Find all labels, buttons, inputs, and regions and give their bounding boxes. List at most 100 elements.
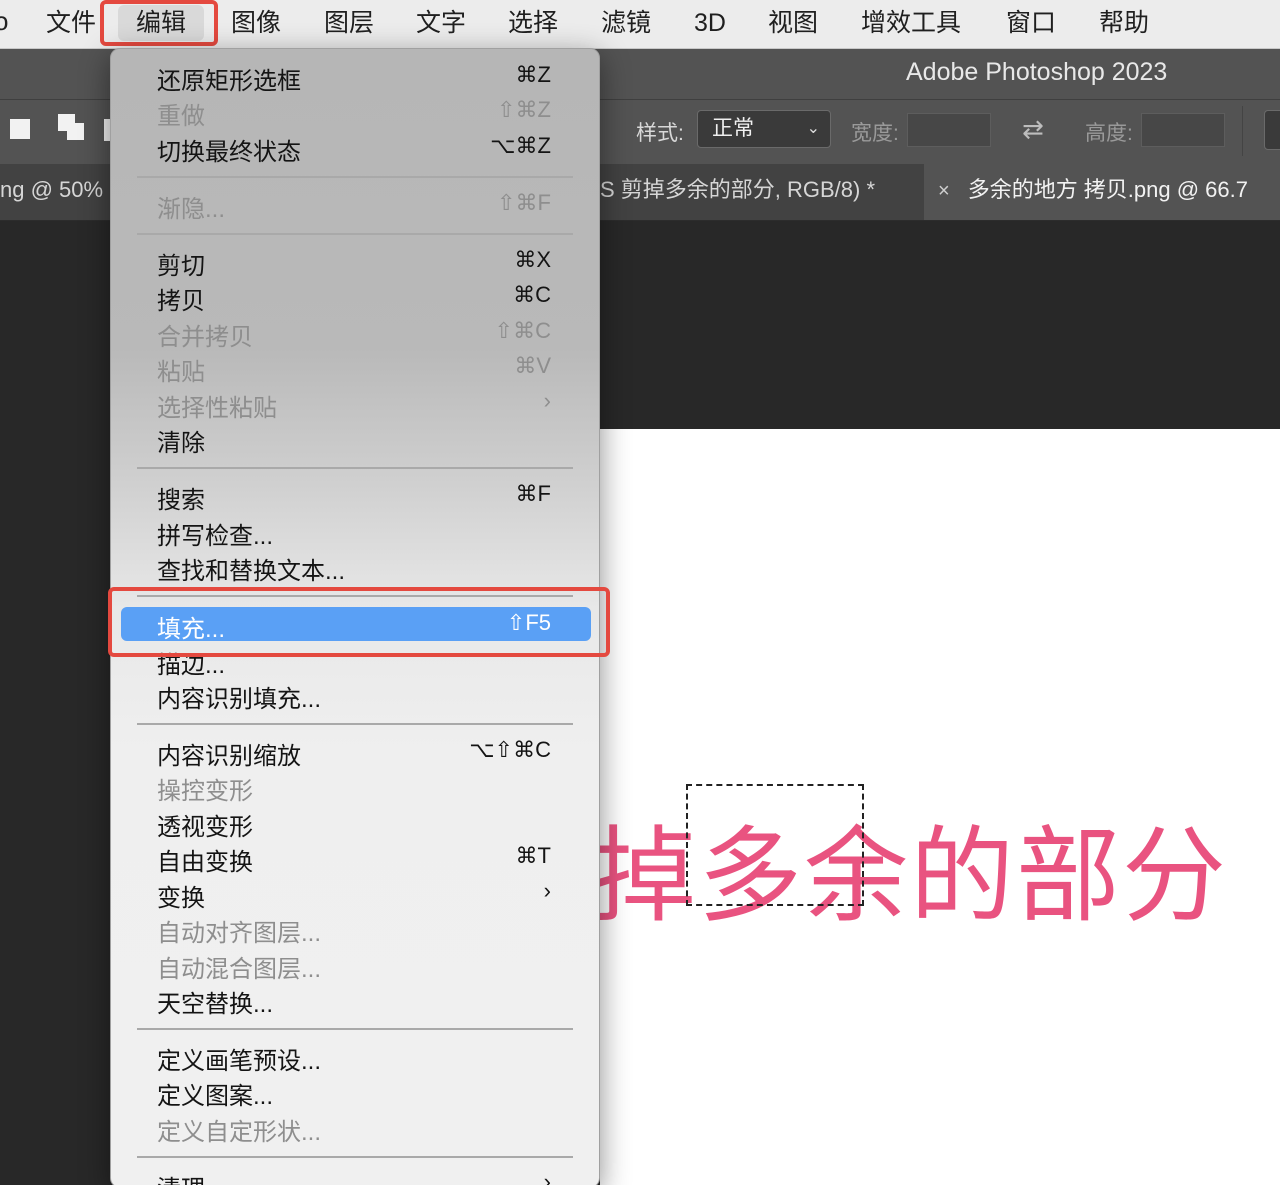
menu-item-search[interactable]: 搜索 ⌘F [121,478,591,514]
menu-item-spell-check[interactable]: 拼写检查... [121,514,591,550]
menu-item-puppet-warp: 操控变形 [121,769,591,805]
tab-document-1[interactable]: ng @ 50% [0,164,111,220]
menu-layer[interactable]: 图层 [324,5,374,41]
menu-item-shortcut: ⌘F [515,481,551,506]
menu-item-label: 剪切 [157,253,205,280]
menu-separator [137,233,573,235]
marquee-selection [686,784,864,906]
menu-item-label: 重做 [157,103,205,130]
menu-select[interactable]: 选择 [508,5,558,41]
menu-item-shortcut: ⇧⌘F [497,190,551,215]
menu-item-copy-merged: 合并拷贝 ⇧⌘C [121,315,591,351]
chevron-down-icon: ⌄ [806,120,820,137]
menu-item-label: 自由变换 [157,849,253,876]
menu-item-perspective-warp[interactable]: 透视变形 [121,805,591,841]
menu-item-transform[interactable]: 变换 › [121,876,591,912]
menu-item-toggle-last-state[interactable]: 切换最终状态 ⌥⌘Z [121,130,591,166]
chevron-right-icon: › [543,1169,551,1185]
menu-item-label: 天空替换... [157,991,274,1018]
menu-item-free-transform[interactable]: 自由变换 ⌘T [121,840,591,876]
menu-item-shortcut: ⌘X [514,247,551,272]
document-canvas[interactable]: 掉多余的部分 [592,429,1280,1185]
menu-type[interactable]: 文字 [416,5,466,41]
menu-separator [137,1156,573,1158]
menu-item-purge[interactable]: 清理 › [121,1167,591,1185]
menu-item-find-replace[interactable]: 查找和替换文本... [121,549,591,585]
menu-item-label: 搜索 [157,487,205,514]
menu-item-label: 还原矩形选框 [157,68,301,95]
menu-item-label: 清除 [157,430,205,457]
menu-edit[interactable]: 编辑 [118,5,205,41]
menu-window[interactable]: 窗口 [1006,5,1056,41]
menu-item-label: 操控变形 [157,778,253,805]
menu-item-sky-replacement[interactable]: 天空替换... [121,982,591,1018]
style-label: 样式: [636,122,684,145]
menu-item-label: 定义自定形状... [157,1119,322,1146]
menu-item-auto-blend-layers: 自动混合图层... [121,947,591,983]
menu-plugins[interactable]: 增效工具 [861,5,961,41]
menu-item-cut[interactable]: 剪切 ⌘X [121,244,591,280]
menu-item-shortcut: ⌘Z [515,62,551,87]
menu-item-label: 选择性粘贴 [157,395,277,422]
menu-filter[interactable]: 滤镜 [601,5,651,41]
width-input[interactable] [907,113,991,147]
menu-help[interactable]: 帮助 [1099,5,1149,41]
menu-item-auto-align-layers: 自动对齐图层... [121,911,591,947]
select-and-mask-button[interactable] [1264,110,1280,150]
apple-menu-fragment[interactable]: o [0,6,8,37]
menu-item-copy[interactable]: 拷贝 ⌘C [121,279,591,315]
menu-item-shortcut: ⌘T [515,843,551,868]
menu-item-fill[interactable]: 填充... ⇧F5 [121,607,591,643]
menu-item-label: 合并拷贝 [157,324,253,351]
close-icon[interactable]: × [938,180,950,202]
menu-item-shortcut: ⌥⌘Z [490,133,551,158]
menu-item-fade: 渐隐... ⇧⌘F [121,187,591,223]
menu-item-label: 查找和替换文本... [157,558,346,585]
menu-separator [137,595,573,597]
menu-item-content-aware-scale[interactable]: 内容识别缩放 ⌥⇧⌘C [121,734,591,770]
menu-item-label: 清理 [157,1169,205,1185]
menu-item-undo[interactable]: 还原矩形选框 ⌘Z [121,59,591,95]
menu-bar: o 文件 编辑 图像 图层 文字 选择 滤镜 3D 视图 增效工具 窗口 帮助 [0,0,1280,49]
menu-item-label: 填充... [157,616,226,643]
menu-item-define-custom-shape: 定义自定形状... [121,1110,591,1146]
swap-icon[interactable]: ⇄ [1022,114,1044,145]
menu-image[interactable]: 图像 [231,5,281,41]
menu-item-clear[interactable]: 清除 [121,421,591,457]
style-select-value: 正常 [712,117,754,140]
menu-item-label: 切换最终状态 [157,139,301,166]
menu-separator [137,467,573,469]
tab-document-3[interactable]: × 多余的地方 拷贝.png @ 66.7 [924,164,1280,220]
chevron-right-icon: › [543,388,551,413]
height-input[interactable] [1141,113,1225,147]
menu-item-define-pattern[interactable]: 定义图案... [121,1074,591,1110]
menu-item-label: 自动混合图层... [157,956,322,983]
options-divider [1242,106,1243,156]
menu-item-paste: 粘贴 ⌘V [121,350,591,386]
menu-item-label: 变换 [157,885,205,912]
menu-separator [137,176,573,178]
style-select[interactable]: 正常 ⌄ [697,110,831,148]
menu-item-content-aware-fill[interactable]: 内容识别填充... [121,677,591,713]
menu-item-shortcut: ⌘V [514,353,551,378]
app-title: Adobe Photoshop 2023 [906,58,1168,86]
add-to-selection-icon[interactable] [58,114,86,142]
menu-item-label: 拼写检查... [157,523,274,550]
menu-3d[interactable]: 3D [694,5,726,41]
menu-item-label: 内容识别缩放 [157,743,301,770]
menu-item-shortcut: ⇧F5 [506,610,551,635]
menu-item-label: 渐隐... [157,196,226,223]
menu-item-stroke[interactable]: 描边... [121,643,591,679]
menu-item-label: 定义图案... [157,1083,274,1110]
edit-menu-dropdown: 还原矩形选框 ⌘Z 重做 ⇧⌘Z 切换最终状态 ⌥⌘Z 渐隐... ⇧⌘F 剪切 ⌘X 拷… [110,48,600,1185]
tab-document-2[interactable]: S 剪掉多余的部分, RGB/8) * [600,164,895,220]
menu-item-define-brush[interactable]: 定义画笔预设... [121,1039,591,1075]
new-selection-icon[interactable] [10,119,30,139]
menu-item-shortcut: ⌘C [513,282,551,307]
menu-file[interactable]: 文件 [46,5,96,41]
menu-item-shortcut: ⇧⌘C [494,318,551,343]
menu-view[interactable]: 视图 [768,5,818,41]
width-label: 宽度: [851,122,899,145]
menu-item-label: 透视变形 [157,814,253,841]
menu-item-label: 内容识别填充... [157,686,322,713]
